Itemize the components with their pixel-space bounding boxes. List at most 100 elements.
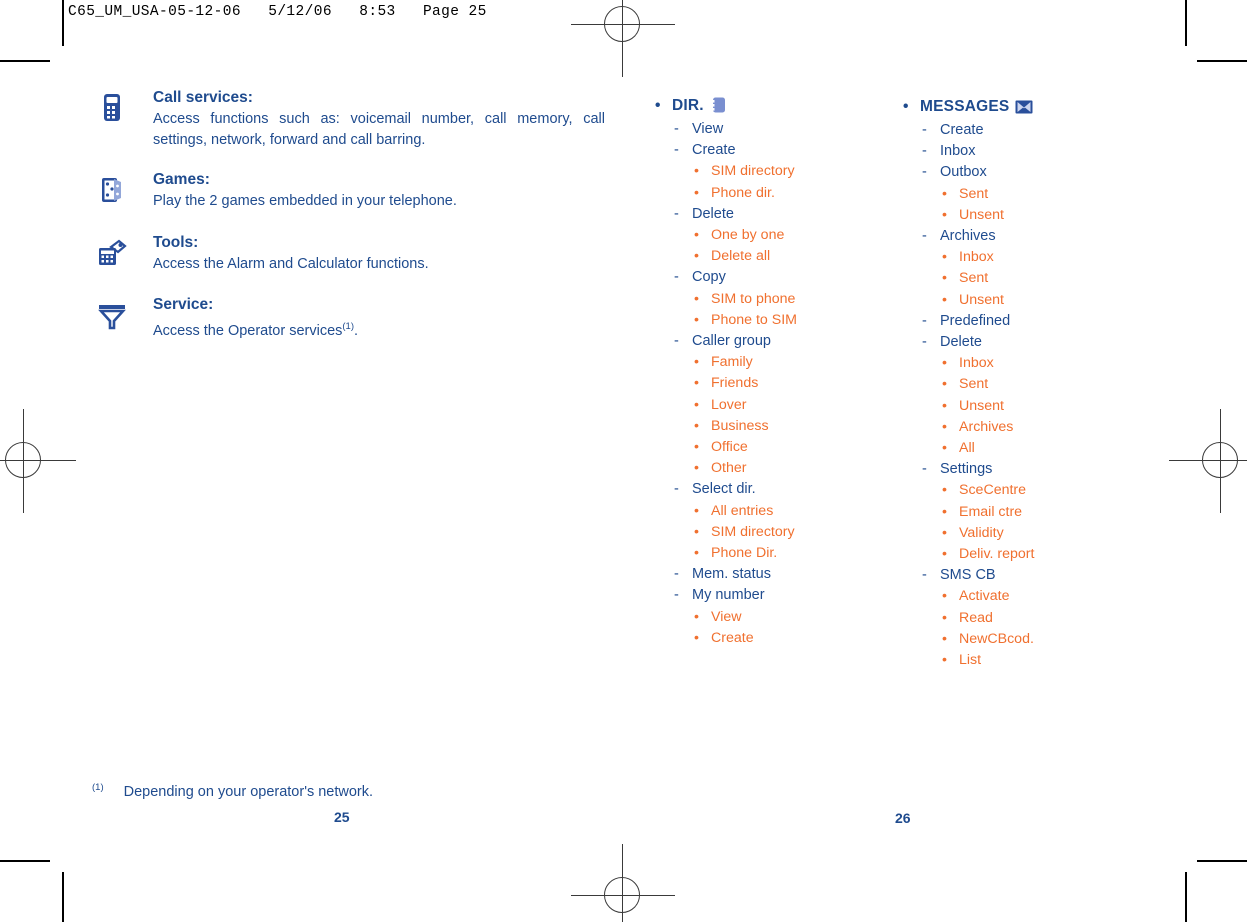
outline-item-label: SMS CB — [940, 567, 996, 584]
outline-item-label: Friends — [711, 375, 759, 392]
bullet-level2: - — [674, 566, 679, 583]
crop-mark-top-right-vertical — [1185, 0, 1187, 46]
feature-service: Service: Access the Operator services(1)… — [95, 295, 605, 342]
bullet-level2: - — [674, 269, 679, 286]
outline-item-label: Copy — [692, 269, 726, 286]
outline-item-label: Deliv. report — [959, 546, 1035, 563]
outline-item-level3: • Read — [902, 608, 1152, 629]
outline-item-label: Outbox — [940, 164, 987, 181]
bullet-level2: - — [674, 481, 679, 498]
outline-item-level3: • Unsent — [902, 290, 1152, 311]
bullet-level3: • — [694, 227, 699, 244]
outline-item-label: Activate — [959, 588, 1010, 605]
outline-item-level2: - SMS CB — [902, 565, 1152, 586]
outline-item-level3: • Office — [654, 437, 894, 458]
outline-item-level3: • Email ctre — [902, 502, 1152, 523]
outline-item-level3: • Other — [654, 458, 894, 479]
bullet-level3: • — [694, 629, 699, 646]
bullet-level2: - — [922, 143, 927, 160]
outline-item-level3: • Unsent — [902, 396, 1152, 417]
feature-call-services: Call services: Access functions such as:… — [95, 88, 605, 151]
bullet-level3: • — [942, 291, 947, 308]
bullet-level3: • — [942, 185, 947, 202]
bullet-level3: • — [694, 460, 699, 477]
bullet-level1: • — [903, 98, 909, 115]
outline-item-label: Office — [711, 439, 748, 456]
outline-item-level3: • Create — [654, 628, 894, 649]
left-column: Call services: Access functions such as:… — [95, 88, 605, 361]
footnote-text: Depending on your operator's network. — [123, 783, 374, 800]
page-number-left: 25 — [334, 809, 350, 825]
outline-item-level3: • All entries — [654, 501, 894, 522]
outline-item-level2: - Inbox — [902, 141, 1152, 162]
bullet-level3: • — [694, 163, 699, 180]
print-job-slug: C65_UM_USA-05-12-06 5/12/06 8:53 Page 25 — [68, 4, 487, 20]
outline-item-label: Read — [959, 609, 993, 626]
page-number-right: 26 — [895, 810, 911, 826]
outline-item-label: Archives — [940, 228, 996, 245]
outline-item-label: NewCBcod. — [959, 630, 1034, 647]
antenna-service-icon — [95, 298, 129, 332]
bullet-level3: • — [694, 354, 699, 371]
outline-item-level3: • Friends — [654, 373, 894, 394]
outline-item-level2: - Create — [654, 140, 894, 161]
bullet-level3: • — [942, 588, 947, 605]
outline-item-level3: • SceCentre — [902, 480, 1152, 501]
outline-item-level3: • One by one — [654, 225, 894, 246]
feature-body-text: Access the Operator services — [153, 322, 343, 339]
bullet-level3: • — [942, 249, 947, 266]
bullet-level2: - — [922, 461, 927, 478]
directory-card-icon — [710, 97, 728, 113]
feature-body-period: . — [354, 322, 359, 339]
outline-item-label: Unsent — [959, 291, 1004, 308]
outline-item-level3: • Deliv. report — [902, 544, 1152, 565]
outline-item-label: All entries — [711, 502, 774, 519]
outline-item-level3: • All — [902, 438, 1152, 459]
outline-item-label: Delete — [940, 334, 982, 351]
page-canvas: C65_UM_USA-05-12-06 5/12/06 8:53 Page 25… — [0, 0, 1247, 922]
bullet-level2: - — [674, 587, 679, 604]
feature-body: Play the 2 games embedded in your teleph… — [153, 193, 457, 209]
bullet-level3: • — [694, 417, 699, 434]
outline-item-level2: - Predefined — [902, 311, 1152, 332]
outline-item-label: Unsent — [959, 397, 1004, 414]
outline-item-level3: • Sent — [902, 184, 1152, 205]
bullet-level2: - — [922, 164, 927, 181]
bullet-level3: • — [942, 440, 947, 457]
footnote-marker: (1) — [92, 782, 104, 793]
outline-item-label: Select dir. — [692, 481, 756, 498]
bullet-level2: - — [674, 142, 679, 159]
feature-body: Access functions such as: voicemail numb… — [153, 111, 605, 148]
feature-title: Service: — [153, 296, 214, 313]
outline-item-label: Phone to SIM — [711, 311, 797, 328]
bullet-level1: • — [655, 97, 661, 114]
bullet-level2: - — [674, 121, 679, 137]
bullet-level3: • — [942, 546, 947, 563]
bullet-level3: • — [942, 376, 947, 393]
outline-item-label: Email ctre — [959, 503, 1023, 520]
outline-item-label: Other — [711, 460, 747, 477]
outline-item-label: List — [959, 652, 982, 669]
outline-item-level3: • Inbox — [902, 353, 1152, 374]
bullet-level3: • — [694, 184, 699, 201]
crop-mark-bottom-left-horizontal — [0, 860, 50, 862]
outline-item-level3: • Validity — [902, 523, 1152, 544]
bullet-level3: • — [694, 545, 699, 562]
outline-item-label: Inbox — [959, 249, 994, 266]
registration-mark-top — [571, 0, 675, 77]
bullet-level3: • — [942, 482, 947, 499]
outline-item-level3: • SIM directory — [654, 522, 894, 543]
outline-item-level2: - Outbox — [902, 162, 1152, 183]
crop-mark-bottom-right-horizontal — [1197, 860, 1247, 862]
outline-item-level2: - Select dir. — [654, 479, 894, 500]
calculator-tools-icon — [95, 236, 129, 270]
outline-item-level2: - Create — [902, 120, 1152, 141]
bullet-level2: - — [674, 333, 679, 350]
outline-heading-messages: • MESSAGES — [902, 96, 1152, 118]
outline-item-level3: • Unsent — [902, 205, 1152, 226]
outline-item-label: Sent — [959, 376, 989, 393]
outline-item-level2: - View — [654, 119, 894, 140]
outline-item-level2: - Copy — [654, 267, 894, 288]
outline-item-label: SIM to phone — [711, 290, 796, 307]
outline-item-level2: - My number — [654, 585, 894, 606]
